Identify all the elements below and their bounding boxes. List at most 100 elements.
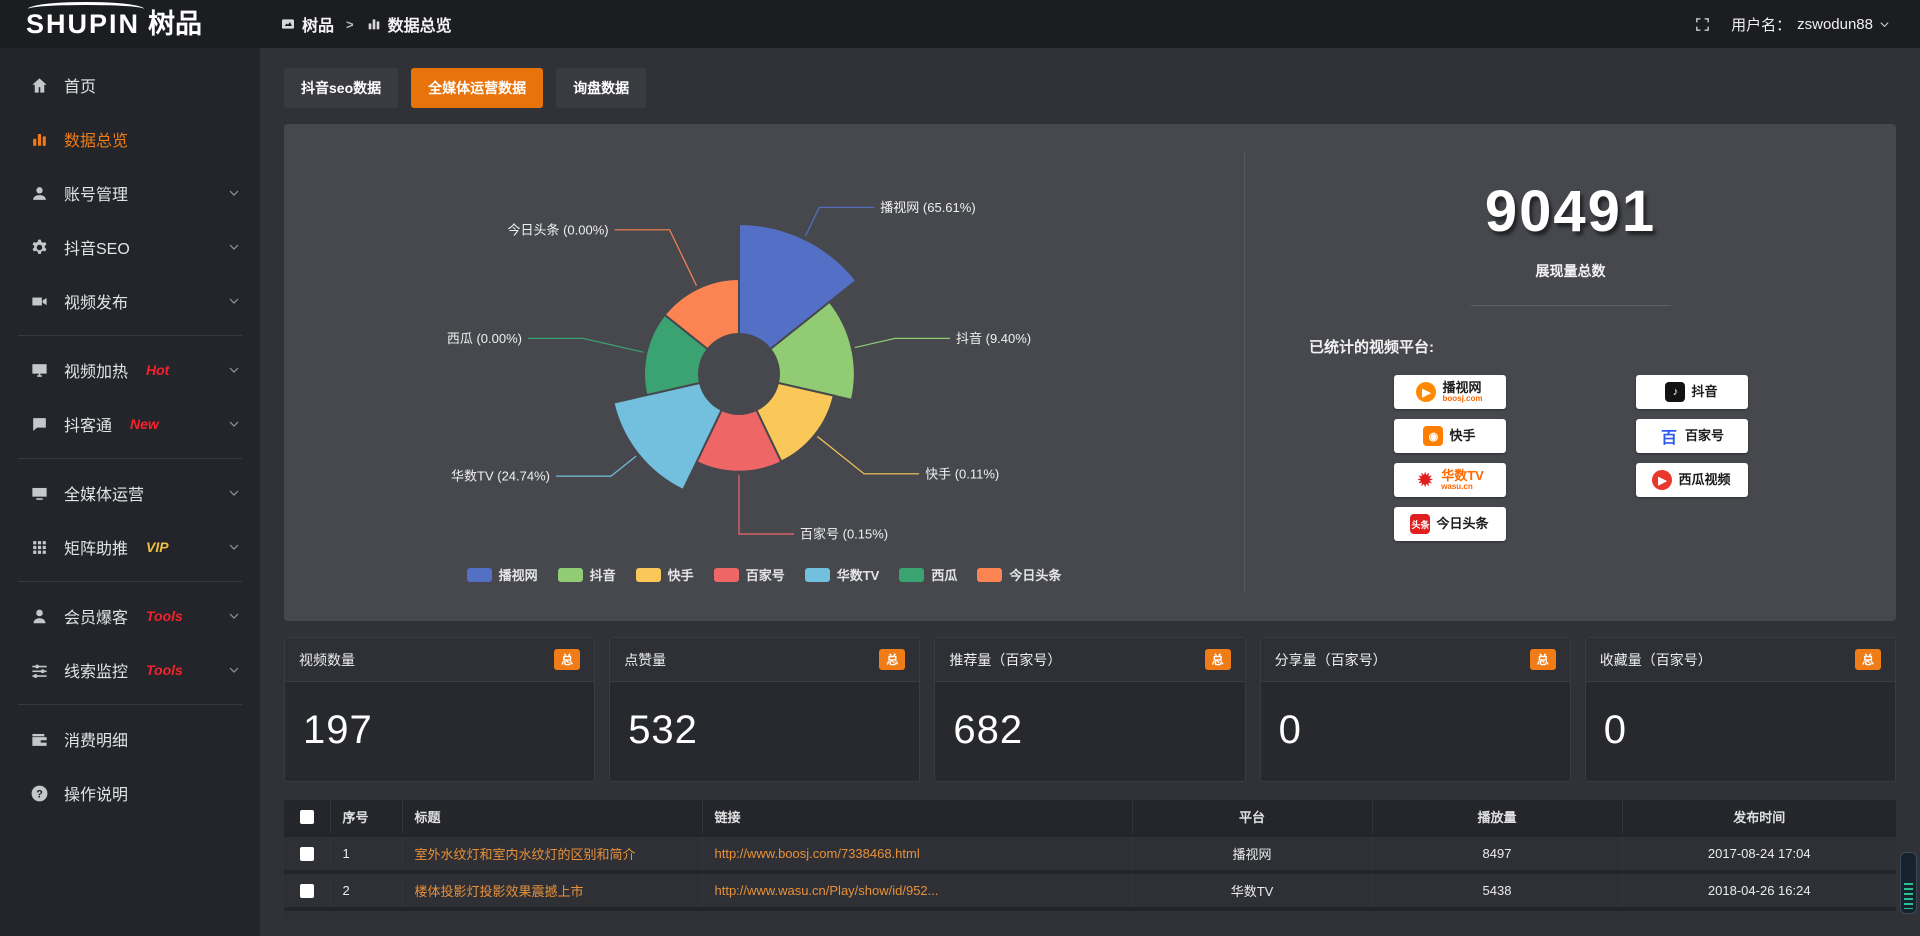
topbar-right: 用户名：zswodun88	[1694, 14, 1920, 35]
platform-name: 百家号	[1685, 429, 1724, 443]
row-checkbox[interactable]	[300, 884, 314, 898]
stat-card-label: 推荐量（百家号）	[949, 650, 1061, 670]
video-title-link[interactable]: 室外水纹灯和室内水纹灯的区别和简介	[415, 844, 690, 863]
video-title-link[interactable]: 楼体投影灯投影效果震撼上市	[415, 881, 690, 900]
pie-slice-4[interactable]	[614, 383, 722, 490]
fullscreen-icon[interactable]	[1694, 16, 1711, 33]
chevron-down-icon	[228, 187, 240, 199]
sidebar-item-label: 抖音SEO	[64, 235, 130, 259]
row-checkbox[interactable]	[300, 847, 314, 861]
table-header: 序号标题链接平台播放量发布时间	[284, 800, 1896, 835]
wasu-logo: ✹	[1415, 470, 1435, 490]
chevron-down-icon	[1879, 19, 1890, 30]
sidebar-divider	[18, 704, 242, 705]
legend-item-6[interactable]: 今日头条	[977, 565, 1061, 584]
stat-cards-row: 视频数量总197点赞量总532推荐量（百家号）总682分享量（百家号）总0收藏量…	[284, 637, 1896, 782]
sidebar-item-home[interactable]: 首页	[0, 58, 260, 112]
tab-2[interactable]: 询盘数据	[556, 68, 646, 108]
pie-label: 百家号 (0.15%)	[800, 527, 888, 542]
platform-badge-boosj[interactable]: ▶播视网boosj.com	[1394, 375, 1506, 409]
platforms-title: 已统计的视频平台:	[1309, 336, 1896, 357]
tab-0[interactable]: 抖音seo数据	[284, 68, 398, 108]
legend-swatch	[977, 568, 1002, 582]
logo-text-cn: 树品	[148, 2, 202, 41]
legend-item-5[interactable]: 西瓜	[899, 565, 957, 584]
chevron-down-icon	[228, 541, 240, 553]
legend-item-1[interactable]: 抖音	[558, 565, 616, 584]
legend-label: 今日头条	[1009, 565, 1061, 584]
tab-1[interactable]: 全媒体运营数据	[411, 68, 543, 108]
shupin-icon	[280, 16, 296, 32]
topbar: SHUPIN 树品 树品 > 数据总览 用户名：zswodun88	[0, 0, 1920, 48]
person-icon	[30, 607, 49, 626]
sidebar-item-video-heating[interactable]: 视频加热Hot	[0, 343, 260, 397]
chevron-down-icon	[228, 295, 240, 307]
sidebar-item-badge: Tools	[146, 608, 183, 624]
pie-chart: 播视网 (65.61%)抖音 (9.40%)快手 (0.11%)百家号 (0.1…	[284, 132, 1244, 560]
sidebar-item-consumption-details[interactable]: 消费明细	[0, 712, 260, 766]
legend-item-3[interactable]: 百家号	[714, 565, 785, 584]
select-all-checkbox[interactable]	[300, 810, 314, 824]
douyin-logo: ♪	[1665, 382, 1685, 402]
breadcrumb-item-data-overview[interactable]: 数据总览	[366, 12, 452, 36]
floating-widget[interactable]	[1900, 852, 1917, 914]
sidebar-item-douketong[interactable]: 抖客通New	[0, 397, 260, 451]
table-body: 1 室外水纹灯和室内水纹灯的区别和简介 http://www.boosj.com/7…	[284, 835, 1896, 909]
summary-zone: 90491 展现量总数 已统计的视频平台: ▶播视网boosj.com◉快手✹华…	[1244, 152, 1896, 593]
sidebar-item-member-baoke[interactable]: 会员爆客Tools	[0, 589, 260, 643]
baijiahao-logo: 百	[1659, 426, 1679, 446]
legend-item-4[interactable]: 华数TV	[805, 565, 880, 584]
grid-icon	[30, 538, 49, 557]
pie-label: 华数TV (24.74%)	[451, 469, 550, 484]
platform-badge-baijiahao[interactable]: 百百家号	[1636, 419, 1748, 453]
sidebar-item-badge: VIP	[146, 539, 169, 555]
col-header-no: 序号	[330, 800, 402, 835]
video-url-link[interactable]: http://www.wasu.cn/Play/show/id/952...	[715, 883, 1120, 898]
legend-item-2[interactable]: 快手	[636, 565, 694, 584]
sidebar-item-omnimedia-operation[interactable]: 全媒体运营	[0, 466, 260, 520]
cell-no: 1	[330, 835, 402, 872]
home-icon	[30, 76, 49, 95]
total-badge[interactable]: 总	[1530, 649, 1556, 670]
sidebar-divider	[18, 335, 242, 336]
video-url-link[interactable]: http://www.boosj.com/7338468.html	[715, 846, 1120, 861]
platform-name: 抖音	[1691, 385, 1717, 399]
tab-bar: 抖音seo数据全媒体运营数据询盘数据	[284, 68, 1896, 108]
stat-card-label: 分享量（百家号）	[1275, 650, 1387, 670]
sidebar-item-video-publish[interactable]: 视频发布	[0, 274, 260, 328]
username-label: 用户名：	[1731, 14, 1791, 35]
breadcrumb-item-shupin[interactable]: 树品	[280, 12, 334, 36]
total-badge[interactable]: 总	[554, 649, 580, 670]
stat-card-1: 点赞量总532	[609, 637, 920, 782]
platform-badge-xigua[interactable]: ▶西瓜视频	[1636, 463, 1748, 497]
platform-badge-toutiao[interactable]: 头条今日头条	[1394, 507, 1506, 541]
stat-card-4: 收藏量（百家号）总0	[1585, 637, 1896, 782]
platform-badge-douyin[interactable]: ♪ 抖音	[1636, 375, 1748, 409]
summary-divider	[1471, 305, 1671, 306]
legend-item-0[interactable]: 播视网	[467, 565, 538, 584]
pie-label-line	[556, 456, 636, 476]
total-badge[interactable]: 总	[1205, 649, 1231, 670]
legend-swatch	[558, 568, 583, 582]
chevron-down-icon	[228, 418, 240, 430]
sidebar-item-operation-guide[interactable]: ?操作说明	[0, 766, 260, 820]
total-badge[interactable]: 总	[879, 649, 905, 670]
username-menu[interactable]: 用户名：zswodun88	[1731, 14, 1890, 35]
sidebar-item-data-overview[interactable]: 数据总览	[0, 112, 260, 166]
sidebar-item-account-management[interactable]: 账号管理	[0, 166, 260, 220]
sidebar-item-matrix-boost[interactable]: 矩阵助推VIP	[0, 520, 260, 574]
pie-label-line	[817, 437, 919, 474]
pie-label: 今日头条 (0.00%)	[507, 222, 608, 237]
sidebar-item-clue-monitoring[interactable]: 线索监控Tools	[0, 643, 260, 697]
legend-label: 播视网	[499, 565, 538, 584]
chevron-down-icon	[228, 487, 240, 499]
app-logo[interactable]: SHUPIN 树品	[0, 0, 260, 48]
legend-swatch	[805, 568, 830, 582]
sidebar-item-label: 首页	[64, 73, 96, 97]
platform-badge-wasu[interactable]: ✹华数TVwasu.cn	[1394, 463, 1506, 497]
platform-badge-kuaishou[interactable]: ◉快手	[1394, 419, 1506, 453]
total-badge[interactable]: 总	[1855, 649, 1881, 670]
platform-name: 西瓜视频	[1678, 473, 1730, 487]
sidebar-item-douyin-seo[interactable]: 抖音SEO	[0, 220, 260, 274]
pie-label: 抖音 (9.40%)	[956, 331, 1031, 346]
